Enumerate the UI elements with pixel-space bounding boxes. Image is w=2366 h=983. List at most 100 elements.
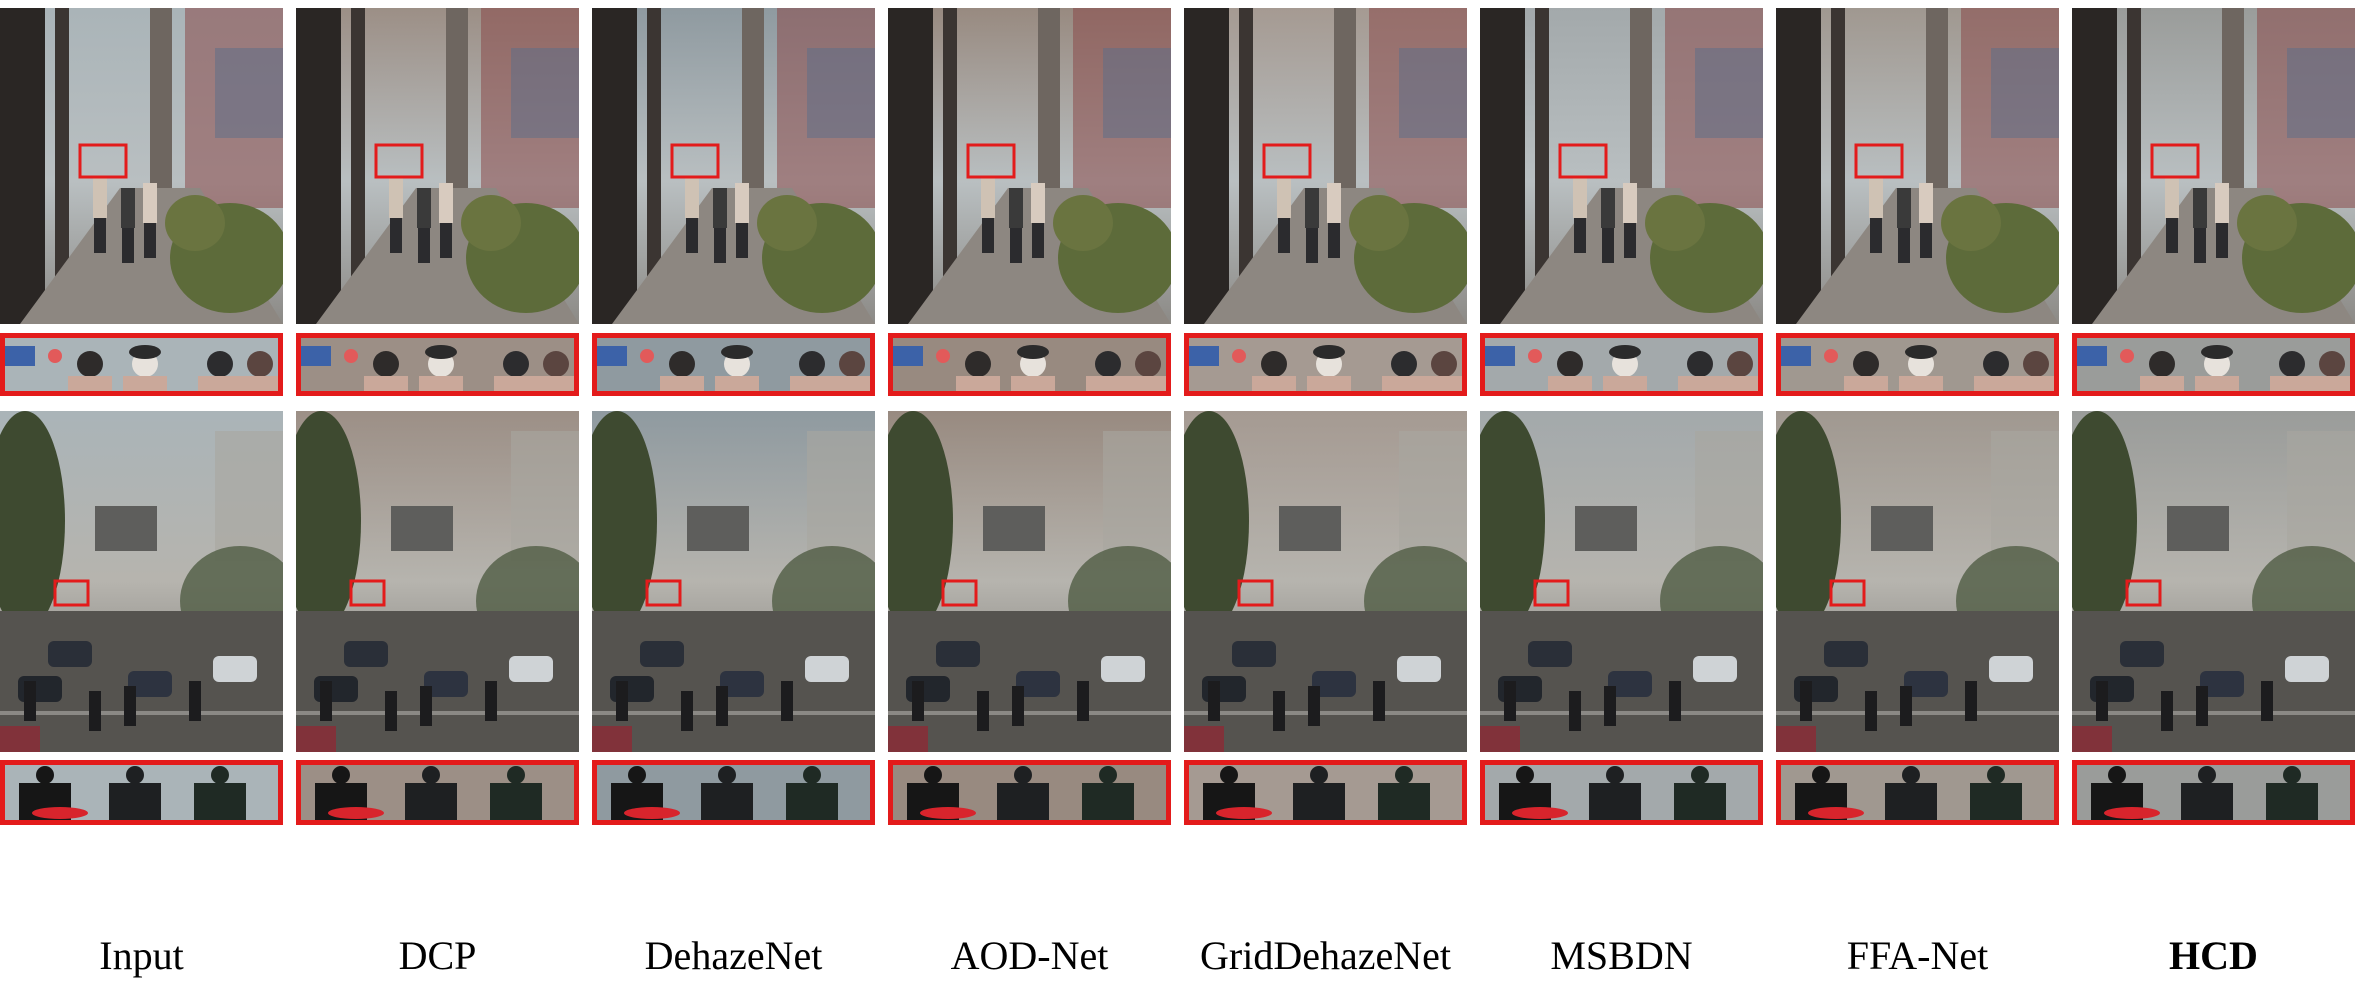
car — [213, 656, 257, 682]
railing — [888, 711, 1171, 715]
tree-trunk-left — [1480, 8, 1525, 324]
pedestrian — [2165, 178, 2179, 218]
shoulders — [790, 376, 834, 391]
method-label: Input — [99, 933, 184, 978]
pedestrian — [686, 218, 698, 253]
railing — [592, 711, 875, 715]
pedestrian — [1800, 681, 1812, 721]
street-scene-image — [1776, 8, 2059, 324]
pedestrian — [2194, 228, 2206, 263]
pedestrian — [1624, 223, 1636, 258]
red-bag — [1216, 807, 1272, 819]
head — [1395, 766, 1413, 784]
head — [1310, 766, 1328, 784]
pedestrian — [1574, 218, 1586, 253]
head — [2108, 766, 2126, 784]
cap — [721, 345, 753, 359]
head — [1691, 766, 1709, 784]
tree-trunk — [943, 8, 957, 288]
tree-trunk — [1239, 8, 1253, 288]
rider — [1674, 783, 1726, 820]
pedestrian — [440, 223, 452, 258]
red-bag — [32, 807, 88, 819]
head — [507, 766, 525, 784]
pedestrian — [2196, 686, 2208, 726]
method-label: HCD — [2169, 933, 2258, 978]
shoulders — [830, 376, 870, 391]
car — [1397, 656, 1441, 682]
head — [1606, 766, 1624, 784]
scooter — [2072, 726, 2112, 752]
shoulders — [198, 376, 242, 391]
method-column: DehazeNet — [592, 8, 875, 983]
shoulders — [1126, 376, 1166, 391]
pedestrian — [420, 686, 432, 726]
pedestrian — [735, 183, 749, 223]
billboard — [1279, 506, 1341, 551]
cap — [129, 345, 161, 359]
pedestrian — [1898, 228, 1910, 263]
head — [126, 766, 144, 784]
hedge — [757, 195, 817, 251]
red-bag — [624, 807, 680, 819]
blue-sign — [893, 346, 923, 366]
car — [640, 641, 684, 667]
rider — [2266, 783, 2318, 820]
cap — [1017, 345, 1049, 359]
building — [511, 431, 579, 561]
railing — [296, 711, 579, 715]
pedestrian — [143, 183, 157, 223]
billboard — [983, 506, 1045, 551]
scooter — [296, 726, 336, 752]
billboard — [2167, 506, 2229, 551]
pedestrian — [124, 686, 136, 726]
head — [1014, 766, 1032, 784]
head — [1987, 766, 2005, 784]
tree-trunk-left — [1776, 8, 1821, 324]
zoomed-crop-faces — [2072, 333, 2355, 396]
railing — [2072, 711, 2355, 715]
head — [36, 766, 54, 784]
face — [1391, 351, 1417, 377]
pedestrian — [1623, 183, 1637, 223]
pedestrian — [320, 681, 332, 721]
building-windows — [511, 48, 579, 138]
red-bag — [2104, 807, 2160, 819]
scooter — [1184, 726, 1224, 752]
pedestrian — [93, 178, 107, 218]
pedestrian — [2096, 681, 2108, 721]
red-light — [1232, 349, 1246, 363]
pedestrian — [1920, 223, 1932, 258]
shoulders — [1382, 376, 1426, 391]
car — [1232, 641, 1276, 667]
shoulders — [68, 376, 112, 391]
pedestrian — [144, 223, 156, 258]
red-light — [344, 349, 358, 363]
face — [77, 351, 103, 377]
hedge — [1941, 195, 2001, 251]
pedestrian — [2261, 681, 2273, 721]
zoomed-crop-riders — [592, 760, 875, 825]
street-scene-image — [1480, 8, 1763, 324]
pedestrian — [982, 218, 994, 253]
pedestrian — [89, 691, 101, 731]
pedestrian — [122, 228, 134, 263]
rider — [1293, 783, 1345, 820]
shoulders — [956, 376, 1000, 391]
blue-sign — [2077, 346, 2107, 366]
face — [1261, 351, 1287, 377]
face — [543, 351, 569, 377]
method-label: GridDehazeNet — [1200, 933, 1451, 978]
red-light — [1528, 349, 1542, 363]
red-bag — [1808, 807, 1864, 819]
red-bag — [328, 807, 384, 819]
blue-sign — [1781, 346, 1811, 366]
car — [1824, 641, 1868, 667]
shoulders — [1899, 376, 1943, 391]
shoulders — [2310, 376, 2350, 391]
car — [48, 641, 92, 667]
hedge — [165, 195, 225, 251]
pedestrian — [1327, 183, 1341, 223]
pedestrian — [24, 681, 36, 721]
billboard — [1871, 506, 1933, 551]
